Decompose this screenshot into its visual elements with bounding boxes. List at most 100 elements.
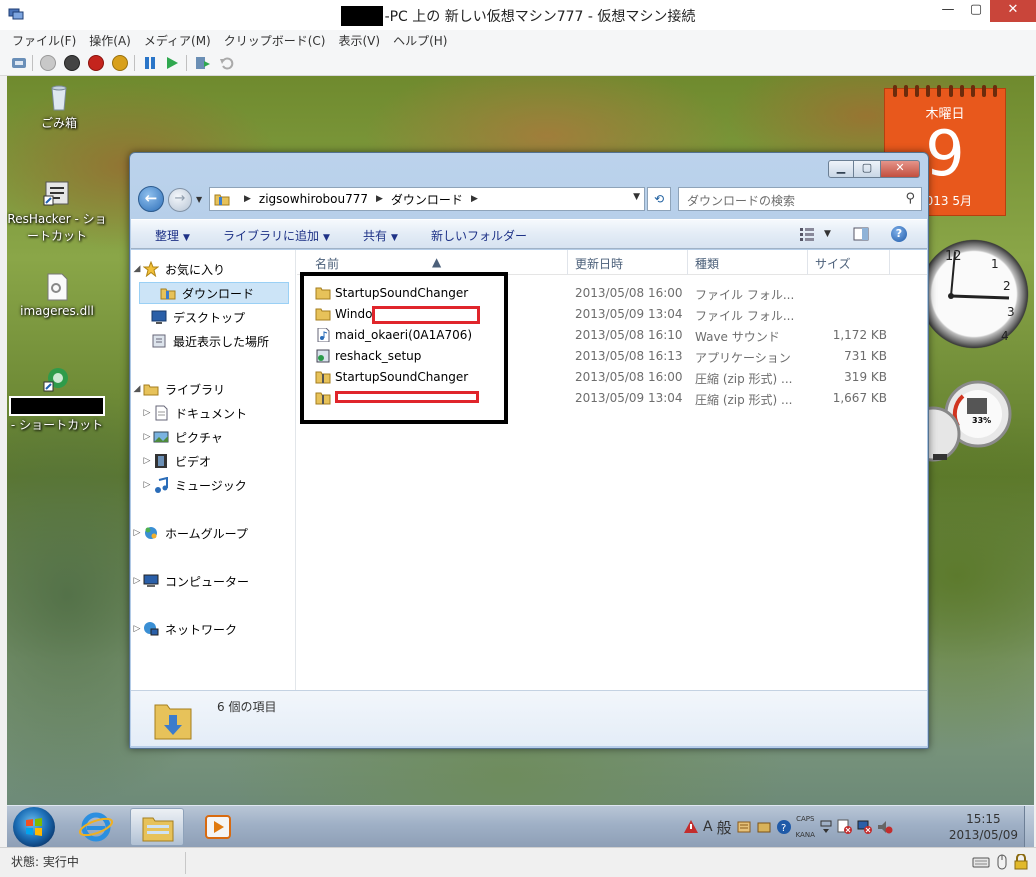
breadcrumb-downloads[interactable]: ダウンロード bbox=[391, 191, 463, 208]
new-folder-button[interactable]: 新しいフォルダー bbox=[431, 227, 527, 244]
start-vm-icon[interactable] bbox=[40, 55, 56, 71]
column-name[interactable]: 名前 bbox=[315, 255, 339, 272]
taskbar-explorer-button[interactable] bbox=[130, 808, 184, 846]
status-bar: 状態: 実行中 bbox=[0, 847, 1036, 877]
nav-music[interactable]: ▷ ミュージック bbox=[141, 474, 296, 496]
desktop-icon-imageres[interactable]: imageres.dll bbox=[7, 272, 107, 318]
expand-arrow-icon[interactable]: ▷ bbox=[141, 480, 153, 490]
network-disconnected-icon[interactable] bbox=[857, 819, 873, 835]
expand-arrow-icon[interactable]: ▷ bbox=[131, 576, 143, 586]
help-icon[interactable]: ? bbox=[891, 226, 907, 242]
back-button[interactable]: ← bbox=[138, 186, 164, 212]
collapse-arrow-icon[interactable]: ◢ bbox=[131, 264, 143, 274]
calendar-rings bbox=[893, 85, 997, 97]
menu-action[interactable]: 操作(A) bbox=[89, 30, 138, 50]
breadcrumb-chevron-icon[interactable]: ▶ bbox=[244, 194, 251, 204]
organize-button[interactable]: 整理 ▼ bbox=[155, 227, 190, 244]
desktop-icon-reshacker[interactable]: ResHacker - ショートカット bbox=[7, 178, 107, 244]
window-title: -PC 上の 新しい仮想マシン777 - 仮想マシン接続 bbox=[0, 6, 1036, 26]
add-to-library-button[interactable]: ライブラリに追加 ▼ bbox=[223, 227, 330, 244]
menu-clipboard[interactable]: クリップボード(C) bbox=[224, 30, 333, 50]
clock-date: 2013/05/09 bbox=[948, 828, 1018, 842]
ime-options-icon[interactable] bbox=[819, 819, 833, 835]
nav-downloads[interactable]: ダウンロード bbox=[139, 282, 289, 304]
address-dropdown-icon[interactable]: ▼ bbox=[633, 192, 640, 202]
nav-recent-places[interactable]: 最近表示した場所 bbox=[151, 330, 296, 352]
host-titlebar: -PC 上の 新しい仮想マシン777 - 仮想マシン接続 — ▢ ✕ bbox=[0, 0, 1036, 30]
share-button[interactable]: 共有 ▼ bbox=[363, 227, 398, 244]
snapshot-icon[interactable] bbox=[195, 55, 211, 71]
taskbar-clock[interactable]: 15:15 2013/05/09 bbox=[949, 811, 1018, 843]
nav-computer[interactable]: ▷ コンピューター bbox=[131, 570, 296, 592]
nav-libraries[interactable]: ◢ ライブラリ bbox=[131, 378, 296, 400]
recycle-bin-icon bbox=[51, 85, 67, 111]
menu-file[interactable]: ファイル(F) bbox=[12, 30, 83, 50]
recent-places-icon bbox=[152, 334, 166, 348]
resume-icon[interactable] bbox=[164, 55, 180, 71]
maximize-button[interactable]: ▢ bbox=[962, 0, 990, 22]
cpu-meter-gadget[interactable]: 33% bbox=[905, 376, 1023, 462]
view-options-icon[interactable] bbox=[799, 227, 815, 241]
clock-gadget[interactable]: 12 1 2 3 4 bbox=[919, 234, 1029, 354]
expand-arrow-icon[interactable]: ▷ bbox=[131, 528, 143, 538]
svg-text:4: 4 bbox=[1001, 329, 1009, 343]
turn-off-icon[interactable] bbox=[64, 55, 80, 71]
shutdown-icon[interactable] bbox=[88, 55, 104, 71]
explorer-window[interactable]: ▁ ▢ ✕ ← → ▼ ▶ zigsowhirobou777 ▶ ダウンロード … bbox=[129, 152, 929, 749]
nav-pictures[interactable]: ▷ ピクチャ bbox=[141, 426, 296, 448]
expand-arrow-icon[interactable]: ▷ bbox=[131, 624, 143, 634]
history-dropdown-icon[interactable]: ▼ bbox=[196, 195, 202, 204]
explorer-close-button[interactable]: ✕ bbox=[880, 160, 920, 178]
expand-arrow-icon[interactable]: ▷ bbox=[141, 432, 153, 442]
show-desktop-button[interactable] bbox=[1024, 806, 1034, 848]
menu-media[interactable]: メディア(M) bbox=[144, 30, 218, 50]
explorer-minimize-button[interactable]: ▁ bbox=[828, 160, 854, 178]
collapse-arrow-icon[interactable]: ◢ bbox=[131, 384, 143, 394]
close-button[interactable]: ✕ bbox=[990, 0, 1036, 22]
save-state-icon[interactable] bbox=[112, 55, 128, 71]
refresh-button[interactable]: ⟲ bbox=[647, 187, 671, 211]
breadcrumb-chevron-icon[interactable]: ▶ bbox=[471, 194, 478, 204]
nav-homegroup[interactable]: ▷ ホームグループ bbox=[131, 522, 296, 544]
preview-pane-icon[interactable] bbox=[853, 227, 869, 241]
nav-network[interactable]: ▷ ネットワーク bbox=[131, 618, 296, 640]
menu-help[interactable]: ヘルプ(H) bbox=[393, 30, 454, 50]
column-size[interactable]: サイズ bbox=[815, 255, 851, 272]
view-dropdown-icon[interactable]: ▼ bbox=[824, 229, 831, 239]
dll-file-icon bbox=[47, 273, 68, 301]
nav-favorites[interactable]: ◢ お気に入り bbox=[131, 258, 296, 280]
ime-mode-indicator[interactable]: A bbox=[703, 819, 713, 835]
search-input[interactable]: ダウンロードの検索 ⚲ bbox=[678, 187, 922, 211]
ctrl-alt-del-icon[interactable] bbox=[11, 55, 27, 71]
volume-muted-icon[interactable] bbox=[877, 819, 893, 835]
desktop-icon-shortcut[interactable]: - ショートカット bbox=[7, 364, 107, 433]
start-button[interactable] bbox=[13, 807, 55, 847]
desktop-icon-recycle-bin[interactable]: ごみ箱 bbox=[9, 82, 109, 131]
nav-documents[interactable]: ▷ ドキュメント bbox=[141, 402, 296, 424]
expand-arrow-icon[interactable]: ▷ bbox=[141, 408, 153, 418]
breadcrumb-chevron-icon[interactable]: ▶ bbox=[376, 194, 383, 204]
menu-view[interactable]: 表示(V) bbox=[339, 30, 388, 50]
minimize-button[interactable]: — bbox=[934, 0, 962, 22]
column-date[interactable]: 更新日時 bbox=[575, 255, 623, 272]
revert-icon[interactable] bbox=[219, 55, 235, 71]
pause-icon[interactable] bbox=[142, 55, 158, 71]
expand-arrow-icon[interactable]: ▷ bbox=[141, 456, 153, 466]
ime-help-icon[interactable]: ? bbox=[776, 819, 792, 835]
keyboard-icon bbox=[972, 857, 990, 868]
column-type[interactable]: 種類 bbox=[695, 255, 719, 272]
security-alert-icon[interactable] bbox=[683, 819, 699, 835]
nav-desktop[interactable]: デスクトップ bbox=[151, 306, 296, 328]
address-bar[interactable]: ▶ zigsowhirobou777 ▶ ダウンロード ▶ ▼ bbox=[209, 187, 645, 211]
breadcrumb-user[interactable]: zigsowhirobou777 bbox=[259, 192, 368, 206]
ime-pad-icon[interactable] bbox=[736, 819, 752, 835]
libraries-icon bbox=[143, 384, 159, 396]
ime-kanji-indicator[interactable]: 般 bbox=[717, 817, 732, 838]
nav-videos[interactable]: ▷ ビデオ bbox=[141, 450, 296, 472]
forward-button[interactable]: → bbox=[168, 188, 192, 212]
action-center-alert-icon[interactable] bbox=[837, 819, 853, 835]
taskbar-media-player-button[interactable] bbox=[191, 808, 245, 846]
ime-dictionary-icon[interactable] bbox=[756, 819, 772, 835]
taskbar-ie-button[interactable] bbox=[69, 808, 123, 846]
explorer-maximize-button[interactable]: ▢ bbox=[854, 160, 880, 178]
